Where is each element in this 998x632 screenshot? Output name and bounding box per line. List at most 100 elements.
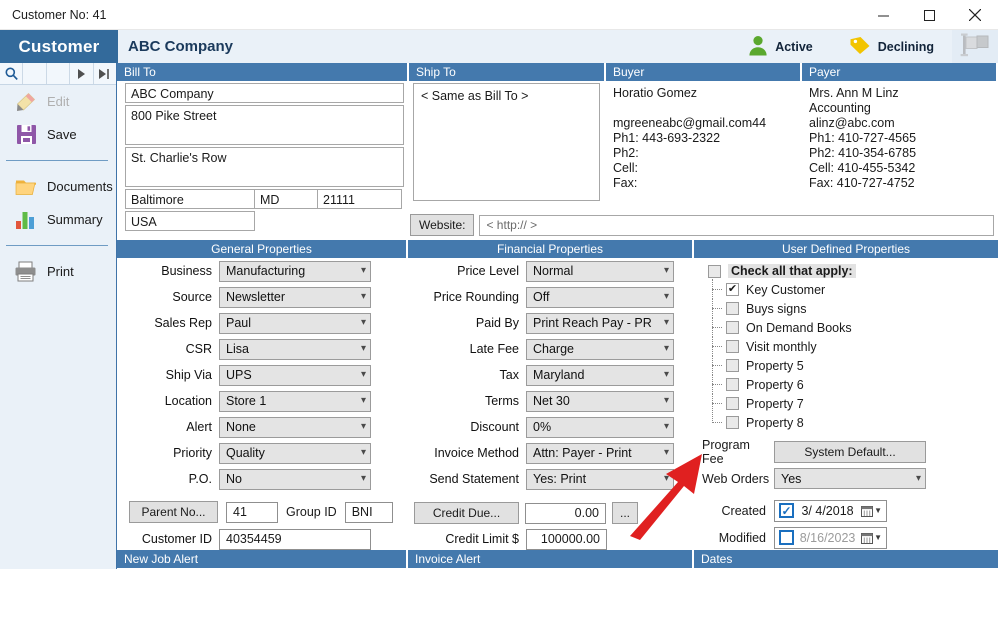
- next-record-button[interactable]: [70, 63, 94, 84]
- bill-to-address2-field[interactable]: St. Charlie's Row: [125, 147, 404, 187]
- udp-checkbox[interactable]: [726, 321, 739, 334]
- dropdown-paid-by[interactable]: Print Reach Pay - PR ▾: [526, 312, 674, 334]
- last-record-button[interactable]: [94, 63, 116, 84]
- bill-to-city-field[interactable]: Baltimore: [125, 189, 255, 209]
- parent-number-input[interactable]: 41: [226, 501, 278, 523]
- dropdown-price-rounding[interactable]: Off ▾: [526, 286, 674, 308]
- credit-due-ellipsis-button[interactable]: ...: [612, 502, 638, 524]
- label-customer-id: Customer ID: [141, 532, 212, 546]
- nav-blank-button-2[interactable]: [47, 63, 71, 84]
- group-id-input[interactable]: BNI: [344, 501, 393, 523]
- dropdown-sales-rep[interactable]: Paul ▾: [219, 312, 371, 334]
- dropdown-business[interactable]: Manufacturing ▾: [219, 260, 371, 282]
- parent-number-button[interactable]: Parent No...: [129, 501, 218, 523]
- udp-checkbox[interactable]: [726, 416, 739, 429]
- website-input[interactable]: < http:// >: [479, 214, 994, 236]
- ship-to-body[interactable]: < Same as Bill To >: [413, 83, 600, 201]
- bill-to-address1-field[interactable]: 800 Pike Street: [125, 105, 404, 145]
- chevron-down-icon: ▾: [663, 291, 669, 302]
- dropdown-terms[interactable]: Net 30 ▾: [526, 390, 674, 412]
- customer-id-input[interactable]: 40354459: [219, 528, 371, 550]
- dropdown-tax[interactable]: Maryland ▾: [526, 364, 674, 386]
- nav-blank-button-1[interactable]: [23, 63, 47, 84]
- sidebar-item-print[interactable]: Print: [0, 255, 116, 288]
- dropdown-alert[interactable]: None ▾: [219, 416, 371, 438]
- dropdown-csr[interactable]: Lisa ▾: [219, 338, 371, 360]
- udp-checkbox[interactable]: [726, 359, 739, 372]
- udp-item-property-8[interactable]: Property 8: [694, 412, 998, 432]
- check-all-checkbox[interactable]: [708, 264, 721, 278]
- program-fee-button[interactable]: System Default...: [774, 440, 926, 463]
- sidebar-item-save[interactable]: Save: [0, 118, 116, 151]
- buyer-body[interactable]: Horatio Gomez mgreeneabc@gmail.com44 Ph1…: [606, 81, 800, 191]
- dropdown-location[interactable]: Store 1 ▾: [219, 390, 371, 412]
- window-title-bar: Customer No: 41: [0, 0, 998, 30]
- udp-item-on-demand-books[interactable]: On Demand Books: [694, 317, 998, 337]
- bill-to-zip-field[interactable]: 21111: [318, 189, 402, 209]
- dropdown-price-level[interactable]: Normal ▾: [526, 260, 674, 282]
- bill-to-company-field[interactable]: ABC Company: [125, 83, 404, 103]
- udp-item-buys-signs[interactable]: Buys signs: [694, 298, 998, 318]
- credit-due-button[interactable]: Credit Due...: [414, 502, 519, 524]
- website-button[interactable]: Website:: [410, 214, 475, 236]
- credit-due-input[interactable]: 0.00: [525, 502, 606, 524]
- dropdown-business-value: Manufacturing: [226, 264, 306, 278]
- maximize-button[interactable]: [906, 0, 952, 30]
- udp-item-visit-monthly[interactable]: Visit monthly: [694, 336, 998, 356]
- dropdown-invoice-method[interactable]: Attn: Payer - Print ▾: [526, 442, 674, 464]
- dropdown-po[interactable]: No ▾: [219, 468, 371, 490]
- chevron-down-icon: ▾: [663, 265, 669, 276]
- flag-button[interactable]: [952, 30, 998, 63]
- chevron-down-icon: ▾: [663, 317, 669, 328]
- udp-item-key-customer[interactable]: ✔ Key Customer: [694, 279, 998, 299]
- dropdown-ship-via[interactable]: UPS ▾: [219, 364, 371, 386]
- label-created: Created: [721, 503, 766, 518]
- sidebar: Edit Save Documents Summary Print: [0, 63, 117, 569]
- sidebar-item-edit[interactable]: Edit: [0, 85, 116, 118]
- label-sales-rep: Sales Rep: [154, 316, 212, 330]
- minimize-button[interactable]: [860, 0, 906, 30]
- calendar-icon[interactable]: ▼: [861, 532, 882, 544]
- dropdown-late-fee-value: Charge: [533, 342, 574, 356]
- label-alert: Alert: [186, 420, 212, 434]
- payer-body[interactable]: Mrs. Ann M Linz Accounting alinz@abc.com…: [802, 81, 996, 191]
- modified-checkbox[interactable]: [779, 530, 794, 545]
- credit-limit-input[interactable]: 100000.00: [526, 528, 607, 550]
- chevron-down-icon: ▾: [360, 421, 366, 432]
- dropdown-web-orders[interactable]: Yes ▾: [774, 468, 926, 489]
- udp-checkbox[interactable]: [726, 340, 739, 353]
- dropdown-send-statement[interactable]: Yes: Print ▾: [526, 468, 674, 490]
- dropdown-discount[interactable]: 0% ▾: [526, 416, 674, 438]
- dropdown-csr-value: Lisa: [226, 342, 249, 356]
- calendar-icon[interactable]: ▼: [861, 505, 882, 517]
- dropdown-terms-value: Net 30: [533, 394, 570, 408]
- bill-to-country-field[interactable]: USA: [125, 211, 255, 231]
- field-sales-rep: Sales Rep Paul ▾: [117, 310, 406, 336]
- sidebar-item-summary[interactable]: Summary: [0, 203, 116, 236]
- credit-limit-row: Credit Limit $ 100000.00: [408, 526, 692, 552]
- created-checkbox[interactable]: ✓: [779, 503, 794, 518]
- dropdown-priority[interactable]: Quality ▾: [219, 442, 371, 464]
- created-date-field[interactable]: ✓ 3/ 4/2018 ▼: [774, 499, 887, 522]
- udp-checkbox[interactable]: [726, 397, 739, 410]
- modified-date-field[interactable]: 8/16/2023 ▼: [774, 526, 887, 549]
- udp-item-property-6[interactable]: Property 6: [694, 374, 998, 394]
- udp-item-property-5[interactable]: Property 5: [694, 355, 998, 375]
- record-navigation-toolbar: [0, 63, 116, 85]
- status-badge-declining[interactable]: Declining: [831, 30, 952, 63]
- close-button[interactable]: [952, 0, 998, 30]
- search-button[interactable]: [0, 63, 24, 84]
- field-business: Business Manufacturing ▾: [117, 258, 406, 284]
- label-credit-limit: Credit Limit $: [445, 532, 519, 546]
- dropdown-source[interactable]: Newsletter ▾: [219, 286, 371, 308]
- check-all-row[interactable]: Check all that apply:: [694, 258, 998, 280]
- dropdown-late-fee[interactable]: Charge ▾: [526, 338, 674, 360]
- bill-to-state-field[interactable]: MD: [255, 189, 318, 209]
- udp-checkbox[interactable]: ✔: [726, 283, 739, 296]
- udp-item-property-7[interactable]: Property 7: [694, 393, 998, 413]
- sidebar-item-documents[interactable]: Documents: [0, 170, 116, 203]
- status-badge-active[interactable]: Active: [730, 30, 831, 63]
- dropdown-alert-value: None: [226, 420, 256, 434]
- udp-checkbox[interactable]: [726, 302, 739, 315]
- udp-checkbox[interactable]: [726, 378, 739, 391]
